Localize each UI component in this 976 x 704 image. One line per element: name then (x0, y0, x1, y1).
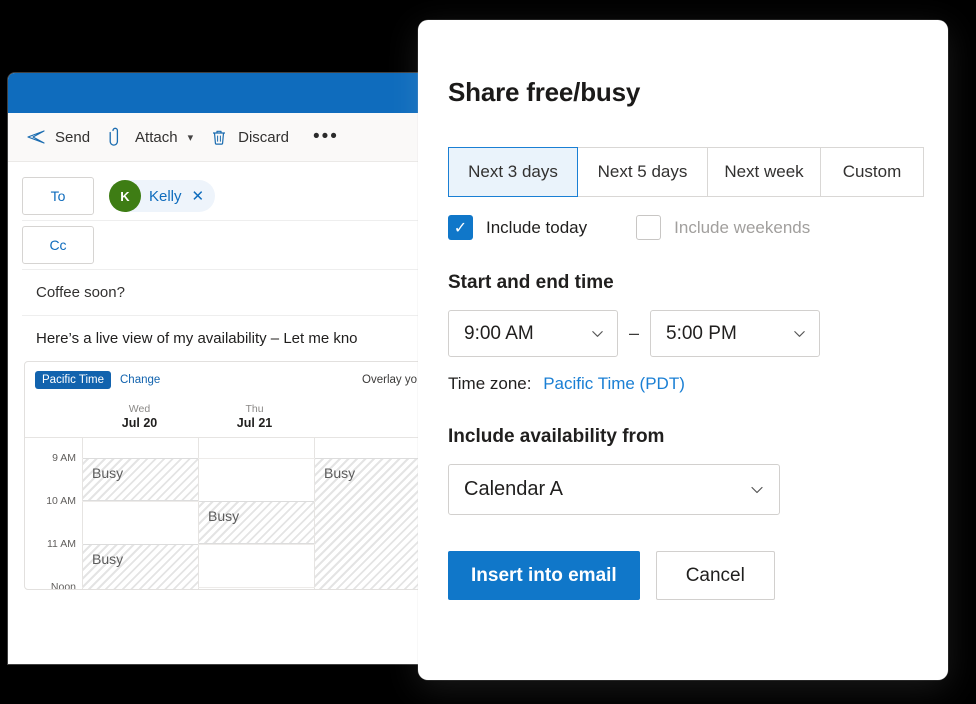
include-weekends-label: Include weekends (674, 217, 811, 237)
compose-body: To K Kelly ✕ Cc Coffee soon? Here’s a li… (8, 162, 432, 590)
chevron-down-icon: ▾ (187, 131, 194, 144)
paperclip-icon (106, 127, 126, 147)
attach-button[interactable]: Attach ▾ (102, 122, 205, 152)
send-icon (26, 127, 46, 147)
to-field-button[interactable]: To (22, 177, 94, 215)
start-time-select[interactable]: 9:00 AM (448, 310, 618, 357)
cc-field-button[interactable]: Cc (22, 226, 94, 264)
start-end-time-heading: Start and end time (448, 272, 614, 293)
insert-into-email-button[interactable]: Insert into email (448, 551, 640, 600)
timezone-link[interactable]: Pacific Time (PDT) (543, 374, 685, 393)
checkbox-checked-icon: ✓ (448, 215, 473, 240)
time-range-separator: – (629, 323, 640, 343)
change-timezone-link[interactable]: Change (120, 374, 160, 386)
calendar-select[interactable]: Calendar A (448, 464, 780, 515)
hour-label: 11 AM (47, 538, 76, 550)
busy-block[interactable]: Busy (315, 458, 427, 589)
start-time-value: 9:00 AM (464, 322, 534, 344)
dialog-actions: Insert into email Cancel (448, 551, 910, 600)
timezone-row: Time zone: Pacific Time (PDT) (448, 374, 910, 394)
share-free-busy-dialog: Share free/busy Next 3 days Next 5 days … (418, 20, 948, 680)
hour-label: 9 AM (52, 452, 76, 464)
day-date: Jul 20 (121, 416, 158, 430)
calendar-value: Calendar A (464, 478, 563, 500)
busy-block[interactable]: Busy (83, 544, 198, 589)
to-row: To K Kelly ✕ (22, 172, 418, 221)
include-options: ✓ Include today Include weekends (448, 215, 910, 240)
page-title: Share free/busy (448, 77, 641, 107)
discard-label: Discard (238, 128, 289, 146)
discard-button[interactable]: Discard (205, 122, 301, 152)
timezone-badge: Pacific Time (35, 371, 111, 389)
compose-title-bar (8, 73, 432, 113)
compose-email-window: Send Attach ▾ Discard ••• To K Kelly ✕ C… (8, 73, 432, 664)
email-body-text[interactable]: Here’s a live view of my availability – … (22, 330, 418, 347)
include-availability-heading: Include availability from (448, 426, 665, 447)
hour-label: Noon (50, 581, 76, 590)
day-date: Jul 21 (236, 416, 273, 430)
include-weekends-checkbox[interactable]: Include weekends (636, 215, 810, 240)
screen-root: Send Attach ▾ Discard ••• To K Kelly ✕ C… (0, 0, 976, 704)
avatar: K (109, 180, 141, 212)
range-option-custom[interactable]: Custom (821, 147, 924, 197)
day-of-week: Thu (245, 403, 264, 415)
remove-recipient-icon[interactable]: ✕ (190, 187, 207, 205)
include-today-label: Include today (486, 217, 588, 237)
day-of-week: Wed (128, 403, 151, 415)
availability-grid: 9 AM 10 AM 11 AM Noon Busy Busy Busy Bus… (25, 437, 427, 589)
range-option-next-5-days[interactable]: Next 5 days (578, 147, 708, 197)
busy-block[interactable]: Busy (199, 501, 314, 544)
recipient-name: Kelly (149, 187, 182, 205)
more-options-button[interactable]: ••• (301, 126, 351, 148)
availability-card: Pacific Time Change Overlay yo Wed Jul 2… (24, 361, 428, 590)
range-option-next-week[interactable]: Next week (708, 147, 821, 197)
range-option-next-3-days[interactable]: Next 3 days (448, 147, 578, 197)
compose-toolbar: Send Attach ▾ Discard ••• (8, 113, 432, 162)
chevron-down-icon (749, 482, 765, 498)
attach-label: Attach (135, 128, 178, 146)
include-today-checkbox[interactable]: ✓ Include today (448, 215, 587, 240)
send-label: Send (55, 128, 91, 146)
date-range-segmented-control: Next 3 days Next 5 days Next week Custom (448, 147, 924, 197)
day-header (312, 396, 427, 437)
availability-card-header: Pacific Time Change Overlay yo (25, 362, 427, 396)
timezone-label: Time zone: (448, 374, 532, 393)
overlay-text: Overlay yo (362, 374, 417, 386)
availability-day-headers: Wed Jul 20 Thu Jul 21 (25, 396, 427, 437)
trash-icon (209, 127, 229, 147)
day-header: Thu Jul 21 (197, 396, 312, 437)
day-header: Wed Jul 20 (82, 396, 197, 437)
busy-block[interactable]: Busy (83, 458, 198, 501)
cc-row: Cc (22, 221, 418, 270)
subject-input[interactable]: Coffee soon? (22, 270, 418, 316)
recipient-chip-kelly[interactable]: K Kelly ✕ (109, 180, 216, 212)
chevron-down-icon (791, 326, 807, 342)
time-range-row: 9:00 AM – 5:00 PM (448, 310, 910, 357)
cancel-button[interactable]: Cancel (655, 551, 775, 600)
checkbox-unchecked-icon (636, 215, 662, 240)
end-time-value: 5:00 PM (666, 322, 737, 344)
chevron-down-icon (589, 326, 605, 342)
end-time-select[interactable]: 5:00 PM (650, 310, 821, 357)
hour-label: 10 AM (46, 495, 76, 507)
send-button[interactable]: Send (22, 122, 102, 152)
